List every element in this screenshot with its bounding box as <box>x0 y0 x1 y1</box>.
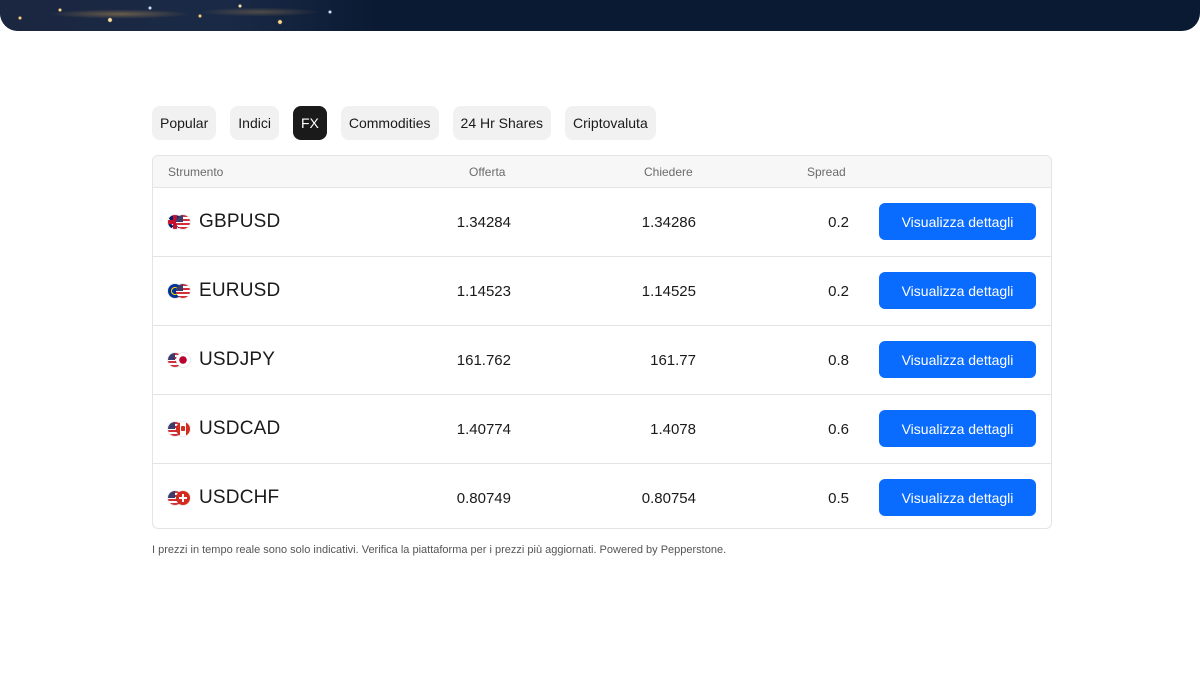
spread-value: 0.6 <box>828 420 849 438</box>
header-bid: Offerta <box>469 165 506 179</box>
view-details-button[interactable]: Visualizza dettagli <box>879 272 1036 309</box>
disclaimer-text: I prezzi in tempo reale sono solo indica… <box>152 544 727 556</box>
currency-pair-flags <box>168 352 191 368</box>
instrument-cell: USDJPY <box>168 326 275 394</box>
spread-value: 0.5 <box>828 489 849 507</box>
bid-price: 1.34284 <box>456 213 511 231</box>
view-details-button[interactable]: Visualizza dettagli <box>879 341 1036 378</box>
instrument-cell: USDCAD <box>168 395 280 463</box>
table-row: GBPUSD 1.34284 1.34286 0.2 Visualizza de… <box>153 188 1051 257</box>
table-row: USDCAD 1.40774 1.4078 0.6 Visualizza det… <box>153 395 1051 464</box>
price-table: Strumento Offerta Chiedere Spread GBPUSD… <box>152 155 1052 529</box>
view-details-button[interactable]: Visualizza dettagli <box>879 479 1036 516</box>
currency-pair-flags <box>168 283 191 299</box>
instrument-symbol: USDJPY <box>199 349 276 370</box>
currency-pair-flags <box>168 214 191 230</box>
spread-value: 0.8 <box>828 351 849 369</box>
tab-indici[interactable]: Indici <box>230 106 279 140</box>
tab-24hr-shares[interactable]: 24 Hr Shares <box>452 106 552 140</box>
instrument-cell: GBPUSD <box>168 188 280 256</box>
market-tabs: Popular Indici FX Commodities 24 Hr Shar… <box>152 106 656 140</box>
header-instrument: Strumento <box>168 165 224 179</box>
tab-criptovaluta[interactable]: Criptovaluta <box>565 106 656 140</box>
ask-price: 161.77 <box>650 351 696 369</box>
currency-pair-flags <box>168 490 191 506</box>
hero-banner <box>0 0 1200 31</box>
us-flag-icon <box>176 284 190 298</box>
tab-commodities[interactable]: Commodities <box>340 106 439 140</box>
view-details-button[interactable]: Visualizza dettagli <box>879 203 1036 240</box>
view-details-button[interactable]: Visualizza dettagli <box>879 410 1036 447</box>
spread-value: 0.2 <box>828 282 849 300</box>
bid-price: 1.14523 <box>456 282 511 300</box>
table-row: USDCHF 0.80749 0.80754 0.5 Visualizza de… <box>153 464 1051 528</box>
table-row: USDJPY 161.762 161.77 0.8 Visualizza det… <box>153 326 1051 395</box>
table-header: Strumento Offerta Chiedere Spread <box>153 156 1051 188</box>
instrument-symbol: EURUSD <box>199 280 281 301</box>
instrument-symbol: GBPUSD <box>199 211 281 232</box>
instrument-symbol: USDCHF <box>199 487 280 508</box>
table-row: EURUSD 1.14523 1.14525 0.2 Visualizza de… <box>153 257 1051 326</box>
ask-price: 1.14525 <box>641 282 696 300</box>
bid-price: 0.80749 <box>456 489 511 507</box>
spread-value: 0.2 <box>828 213 849 231</box>
ca-flag-icon <box>176 422 190 436</box>
currency-pair-flags <box>168 421 191 437</box>
city-lights-image <box>0 0 377 31</box>
jp-flag-icon <box>176 353 190 367</box>
us-flag-icon <box>176 215 190 229</box>
instrument-symbol: USDCAD <box>199 418 281 439</box>
tab-fx[interactable]: FX <box>292 106 327 140</box>
tab-popular[interactable]: Popular <box>152 106 217 140</box>
instrument-cell: EURUSD <box>168 257 280 325</box>
bid-price: 161.762 <box>456 351 511 369</box>
bid-price: 1.40774 <box>456 420 511 438</box>
ch-flag-icon <box>176 491 190 505</box>
header-ask: Chiedere <box>644 165 693 179</box>
instrument-cell: USDCHF <box>168 464 280 528</box>
ask-price: 1.34286 <box>641 213 696 231</box>
ask-price: 0.80754 <box>641 489 696 507</box>
ask-price: 1.4078 <box>650 420 696 438</box>
header-spread: Spread <box>807 165 846 179</box>
